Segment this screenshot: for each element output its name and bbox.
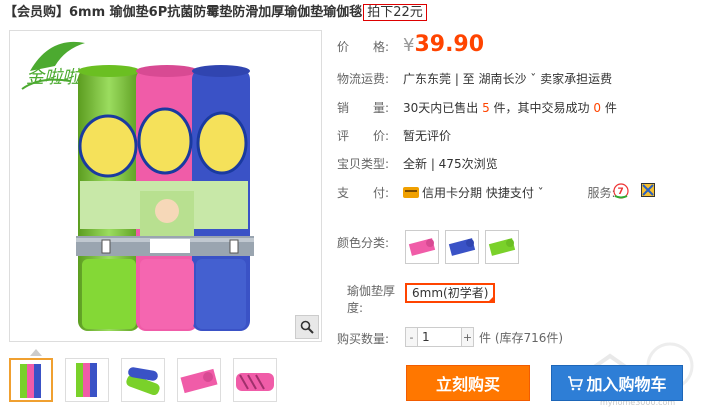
rating-value: 暂无评价 bbox=[403, 129, 452, 143]
main-product-image[interactable]: 金啦啦 bbox=[9, 30, 322, 342]
thumbnail-4[interactable] bbox=[177, 358, 221, 402]
thickness-label: 瑜伽垫厚度: bbox=[347, 284, 396, 315]
sales-mid: 件，其中交易成功 bbox=[489, 101, 594, 115]
brand-logo: 金啦啦 bbox=[21, 41, 85, 90]
shipping-value[interactable]: 广东东莞 | 至 湖南长沙 ˇ 卖家承担运费 bbox=[403, 72, 612, 86]
title-tag: 【会员购】 bbox=[4, 5, 70, 20]
shipping-label: 物流运费: bbox=[337, 72, 390, 86]
item-type-value: 全新 | 475次浏览 bbox=[403, 157, 498, 171]
sales-success: 0 bbox=[593, 101, 602, 115]
quantity-label: 购买数量: bbox=[337, 332, 390, 346]
currency-symbol: ¥ bbox=[403, 35, 415, 56]
sales-suffix: 件 bbox=[601, 101, 617, 115]
price-label: 价 格: bbox=[337, 40, 390, 54]
thumbnail-5[interactable] bbox=[233, 358, 277, 402]
zoom-icon[interactable] bbox=[295, 315, 319, 339]
rating-row: 评 价: 暂无评价 bbox=[337, 127, 451, 144]
add-to-cart-button[interactable]: 加入购物车 bbox=[551, 365, 683, 401]
service-label: 服务: bbox=[587, 186, 616, 200]
product-title: 【会员购】6mm 瑜伽垫6P抗菌防霉垫防滑加厚瑜伽垫瑜伽毯 拍下22元 bbox=[4, 1, 427, 21]
svg-text:7: 7 bbox=[618, 187, 624, 197]
thumb-pointer-icon bbox=[30, 349, 42, 356]
color-label: 颜色分类: bbox=[337, 236, 390, 250]
payment-row: 支 付: 信用卡分期 快捷支付 ˇ 服务: bbox=[337, 184, 616, 201]
title-text: 6mm 瑜伽垫6P抗菌防霉垫防滑加厚瑜伽垫瑜伽毯 bbox=[69, 5, 363, 20]
logo-text: 金啦啦 bbox=[26, 67, 82, 88]
yoga-mats-image: 金啦啦 bbox=[21, 41, 254, 331]
title-price-note: 拍下22元 bbox=[363, 4, 427, 21]
cart-icon bbox=[568, 376, 584, 391]
shipping-row: 物流运费: 广东东莞 | 至 湖南长沙 ˇ 卖家承担运费 bbox=[337, 70, 612, 87]
color-swatches bbox=[405, 230, 519, 264]
quantity-minus-button[interactable]: - bbox=[405, 327, 418, 347]
payment-label: 支 付: bbox=[337, 186, 390, 200]
price-amount: 39.90 bbox=[414, 32, 485, 57]
sales-label: 销 量: bbox=[337, 101, 390, 115]
add-to-cart-label: 加入购物车 bbox=[586, 375, 667, 394]
swatch-blue[interactable] bbox=[445, 230, 479, 264]
sales-count: 5 bbox=[482, 101, 490, 115]
thumbnail-strip bbox=[9, 358, 277, 402]
quantity-input[interactable]: 1 bbox=[418, 327, 461, 347]
thumbnail-1[interactable] bbox=[9, 358, 53, 402]
quantity-plus-button[interactable]: + bbox=[461, 327, 474, 347]
buy-now-button[interactable]: 立刻购买 bbox=[406, 365, 530, 401]
credit-card-icon bbox=[403, 187, 419, 198]
thumbnail-2[interactable] bbox=[65, 358, 109, 402]
sales-prefix: 30天内已售出 bbox=[403, 101, 483, 115]
item-type-row: 宝贝类型: 全新 | 475次浏览 bbox=[337, 155, 498, 172]
price-row: 价 格: ¥39.90 bbox=[337, 32, 484, 57]
item-type-label: 宝贝类型: bbox=[337, 157, 390, 171]
service-guarantee-icon[interactable] bbox=[641, 183, 655, 197]
service-7day-icon[interactable]: 7 bbox=[613, 183, 629, 199]
sales-row: 销 量: 30天内已售出 5 件，其中交易成功 0 件 bbox=[337, 99, 617, 116]
rating-label: 评 价: bbox=[337, 129, 390, 143]
thickness-option-selected[interactable]: 6mm(初学者) bbox=[405, 283, 496, 303]
swatch-green[interactable] bbox=[485, 230, 519, 264]
payment-value[interactable]: 信用卡分期 快捷支付 ˇ bbox=[422, 186, 544, 200]
swatch-pink[interactable] bbox=[405, 230, 439, 264]
thumbnail-3[interactable] bbox=[121, 358, 165, 402]
